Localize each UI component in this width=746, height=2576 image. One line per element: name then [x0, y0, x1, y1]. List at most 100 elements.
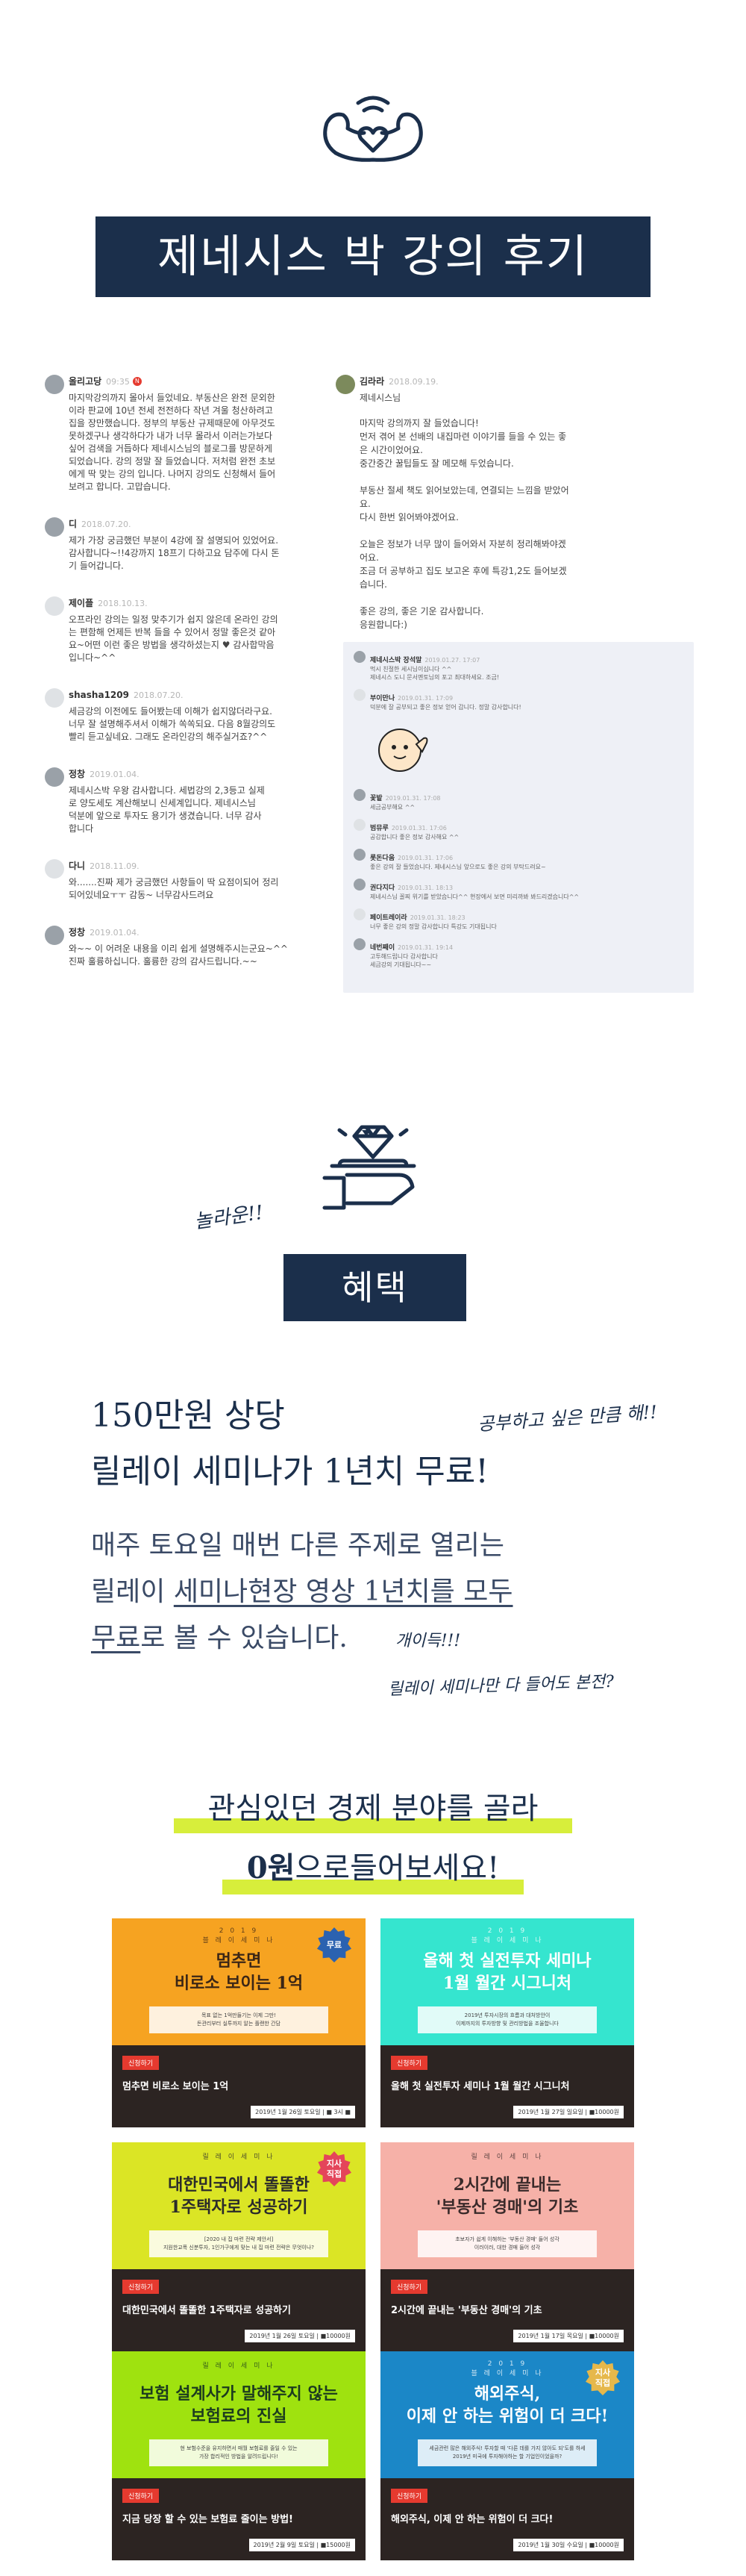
- reviewer-name: 정창: [69, 927, 86, 938]
- reviewer-name: shasha1209: [69, 690, 129, 700]
- comment-item: 페이트레이라 2019.01.31. 18:23 너무 좋은 강의 정말 감사합니…: [354, 908, 683, 931]
- comment-date: 2019.01.31. 18:13: [398, 885, 454, 891]
- card-bottom-title: 멈추면 비로소 보이는 1억: [122, 2081, 229, 2092]
- review-date: 2018.09.19.: [389, 377, 439, 387]
- card-footer: 신청하기 대한민국에서 똘똘한 1주택자로 성공하기 2019년 1월 26일 …: [112, 2269, 366, 2351]
- card-footer: 신청하기 2시간에 끝내는 '부동산 경매'의 기초 2019년 1월 17일 …: [380, 2269, 634, 2351]
- review-list: 올리고당 09:35 N 마지막강의까지 몰아서 들었네요. 부동산은 완전 문외한…: [45, 373, 343, 991]
- review-date: 2019.01.04.: [90, 928, 140, 938]
- cta-line-2-text: 으로들어보세요!: [295, 1851, 500, 1886]
- avatar: [354, 908, 366, 920]
- comment-date: 2019.01.31. 17:08: [385, 795, 441, 802]
- card-date: 2019년 1월 26일 토요일 | ■10000원: [245, 2330, 355, 2342]
- handwriting-worth-it: 릴레이 세미나만 다 들어도 본전?: [387, 1672, 615, 1700]
- seminar-card[interactable]: 릴 레 이 세 미 나 보험 설계사가 말해주지 않는 보험료의 진실 현 보험…: [112, 2351, 366, 2560]
- card-footer: 신청하기 해외주식, 이제 안 하는 위험이 더 크다! 2019년 1월 30…: [380, 2478, 634, 2560]
- avatar: [354, 849, 366, 861]
- card-bottom-title: 2시간에 끝내는 '부동산 경매'의 기초: [391, 2305, 542, 2316]
- comment-item: 네번째이 2019.01.31. 19:14 고투해드립니다 감사합니다 세금강의…: [354, 938, 683, 969]
- commenter-name: 페이트레이라: [370, 914, 407, 922]
- apply-button[interactable]: 신청하기: [391, 2056, 428, 2070]
- comment-date: 2019.01.31. 18:23: [410, 914, 466, 921]
- reviewer-name: 올리고당: [69, 376, 102, 387]
- page-title: 제네시스 박 강의 후기: [95, 216, 651, 297]
- card-series-label: 2 0 1 9 블 레 이 세 미 나: [471, 1927, 544, 1945]
- card-series-label: 릴 레 이 세 미 나: [202, 2363, 275, 2370]
- avatar: [354, 689, 366, 701]
- review-item: 정창 2019.01.04. 제네시스박 우왕 감사합니다. 세법강의 2,3등고…: [45, 766, 343, 835]
- thumbs-up-sticker-icon: [378, 729, 428, 772]
- comment-item: 범뮤루 2019.01.31. 17:06 공감합니다 좋은 정보 감사해요 ^^: [354, 819, 683, 841]
- card-date: 2019년 1월 17일 목요일 | ■10000원: [513, 2330, 624, 2342]
- card-date: 2019년 1월 27일 일요일 | ■10000원: [513, 2106, 624, 2118]
- seminar-card[interactable]: 릴 레 이 세 미 나 대한민국에서 똘똘한 1주택자로 성공하기 [2020 …: [112, 2142, 366, 2351]
- seminar-card[interactable]: 2 0 1 9 블 레 이 세 미 나 멈추면 비로소 보이는 1억 목표 없는…: [112, 1918, 366, 2127]
- card-cover: 2 0 1 9 블 레 이 세 미 나 해외주식, 이제 안 하는 위험이 더 …: [380, 2351, 634, 2478]
- card-description: 목표 없는 1억만들기는 이제 그만! 돈관리부터 실투까지 알는 플랜한 간담: [149, 2006, 328, 2033]
- desc-line-2: 릴레이 세미나현장 영상 1년치를 모두: [91, 1569, 513, 1615]
- seminar-card[interactable]: 2 0 1 9 블 레 이 세 미 나 해외주식, 이제 안 하는 위험이 더 …: [380, 2351, 634, 2560]
- avatar: [45, 767, 64, 787]
- review-text: 와~~ 이 어려운 내용을 이리 쉽게 설명해주시는군요~^^ 진짜 훌륭하십니…: [69, 944, 288, 967]
- desc-line-2b: 세미나현장 영상 1년치를 모두: [173, 1577, 513, 1607]
- comment-text: 제네시스님 꼴찌 위기를 받았습니다^^ 현장에서 보면 미리까봐 봐드리겠습니…: [370, 894, 580, 900]
- card-bottom-title: 올해 첫 실전투자 세미나 1월 월간 시그니처: [391, 2081, 570, 2092]
- muscle-heart-icon: [323, 96, 423, 162]
- review-date: 2018.10.13.: [98, 599, 148, 608]
- card-title: 올해 첫 실전투자 세미나 1월 월간 시그니처: [423, 1951, 592, 1993]
- card-description: 세금관련 많은 해외주식! 투자할 때 '다른 데를 가지 않아도 되'도를 하…: [418, 2439, 597, 2466]
- comment-text: 세금공부해요 ^^: [370, 804, 416, 811]
- card-cover: 릴 레 이 세 미 나 2시간에 끝내는 '부동산 경매'의 기초 초보자가 쉽…: [380, 2142, 634, 2269]
- comment-text: 먹시 친절한 세시님이십니다 ^^ 제네시스 도니 문서멘토님의 포고 최대하세…: [370, 666, 500, 681]
- comment-item: 롯돈다움 2019.01.31. 17:06 좋은 강의 잘 들었습니다. 제네시…: [354, 849, 683, 871]
- review-text: 제가 가장 궁금했던 부분이 4강에 잘 설명되어 있었어요. 감사합니다~!!…: [69, 535, 280, 571]
- review-item: 정창 2019.01.04. 와~~ 이 어려운 내용을 이리 쉽게 설명해주시는…: [45, 924, 343, 968]
- commenter-name: 네번째이: [370, 944, 395, 952]
- comment-date: 2019.01.31. 17:06: [398, 855, 454, 861]
- card-description: 현 보험수준을 유지하면서 매월 보험료를 줄일 수 있는 가장 합리적인 방법…: [149, 2439, 328, 2466]
- avatar: [45, 926, 64, 945]
- seminar-card[interactable]: 릴 레 이 세 미 나 2시간에 끝내는 '부동산 경매'의 기초 초보자가 쉽…: [380, 2142, 634, 2351]
- review-screenshots: 올리고당 09:35 N 마지막강의까지 몰아서 들었네요. 부동산은 완전 문외한…: [45, 373, 701, 993]
- comment-text: 공감합니다 좋은 정보 감사해요 ^^: [370, 834, 460, 841]
- review-item: 다니 2018.11.09. 와.......진짜 제가 궁금했던 사항들이 딱 …: [45, 858, 343, 902]
- card-footer: 신청하기 지금 당장 할 수 있는 보험료 줄이는 방법! 2019년 2월 9…: [112, 2478, 366, 2560]
- featured-review: 김라라 2018.09.19. 제네시스님 마지막 강의까지 잘 들었습니다! 먼…: [336, 373, 701, 993]
- reviewer-name: 디: [69, 519, 78, 529]
- comment-text: 너무 좋은 강의 정말 감사합니다 특강도 기대됩니다: [370, 923, 497, 930]
- card-cover: 릴 레 이 세 미 나 대한민국에서 똘똘한 1주택자로 성공하기 [2020 …: [112, 2142, 366, 2269]
- avatar: [354, 938, 366, 950]
- reviewer-name: 다니: [69, 861, 86, 871]
- apply-button[interactable]: 신청하기: [122, 2489, 160, 2503]
- avatar: [336, 375, 355, 394]
- avatar: [354, 879, 366, 891]
- comment-date: 2019.01.31. 17:06: [391, 825, 447, 832]
- review-date: 2018.07.20.: [81, 520, 131, 529]
- review-date: 2018.11.09.: [90, 861, 140, 871]
- seminar-card[interactable]: 2 0 1 9 블 레 이 세 미 나 올해 첫 실전투자 세미나 1월 월간 …: [380, 1918, 634, 2127]
- card-date: 2019년 1월 30일 수요일 | ■10000원: [513, 2539, 624, 2551]
- comment-text: 고투해드립니다 감사합니다 세금강의 기대됩니다~~: [370, 953, 438, 968]
- commenter-name: 꽃밭: [370, 795, 383, 802]
- desc-line-3b: 로 볼 수 있습니다.: [140, 1623, 348, 1653]
- card-date: 2019년 2월 9일 토요일 | ■15000원: [248, 2539, 355, 2551]
- commenter-name: 범뮤루: [370, 825, 389, 832]
- apply-button[interactable]: 신청하기: [391, 2280, 428, 2294]
- avatar: [45, 517, 64, 537]
- card-description: 2019년 투자시장의 흐름과 대처방안이 이제까지의 투자방향 및 관리방법을…: [418, 2006, 597, 2033]
- price-description: 릴레이 세미나가 1년치 무료!: [91, 1453, 489, 1491]
- apply-button[interactable]: 신청하기: [122, 2280, 160, 2294]
- apply-button[interactable]: 신청하기: [122, 2056, 160, 2070]
- card-cover: 2 0 1 9 블 레 이 세 미 나 올해 첫 실전투자 세미나 1월 월간 …: [380, 1918, 634, 2045]
- review-text: 제네시스박 우왕 감사합니다. 세법강의 2,3등고 실제 로 양도세도 계산해…: [69, 785, 265, 834]
- review-text: 마지막강의까지 몰아서 들었네요. 부동산은 완전 문외한 이라 판교에 10년…: [69, 393, 276, 492]
- apply-button[interactable]: 신청하기: [391, 2489, 428, 2503]
- handwriting-amazing: 놀라운!!: [192, 1201, 265, 1234]
- commenter-name: 권다지다: [370, 885, 395, 892]
- desc-line-3a: 무료: [91, 1623, 141, 1653]
- diamond-hand-icon: [322, 1125, 416, 1210]
- card-series-label: 릴 레 이 세 미 나: [471, 2154, 544, 2161]
- avatar: [354, 789, 366, 801]
- handwriting-gain: 개이득!!!: [395, 1632, 461, 1650]
- card-description: 초보자가 쉽게 이해하는 '부동산 경매' 들어 성각 이러이러, 대한 경매 …: [418, 2230, 597, 2257]
